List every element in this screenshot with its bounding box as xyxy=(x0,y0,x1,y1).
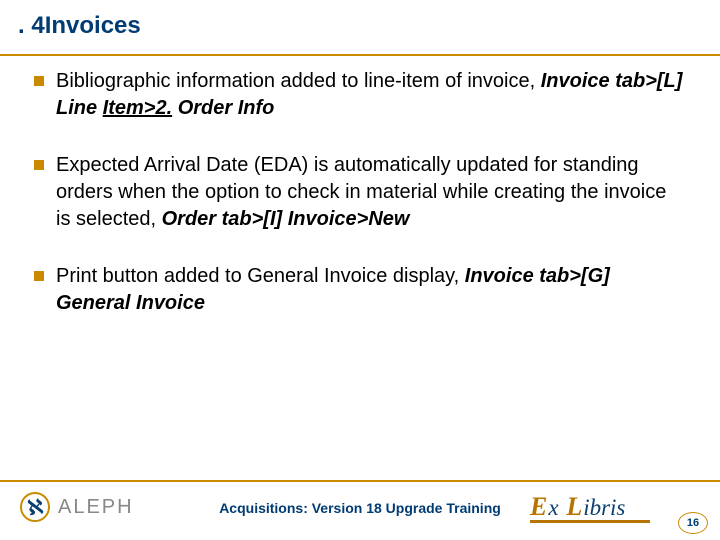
path-segment: Order tab>[I] Invoice>New xyxy=(162,208,410,230)
bullet-list: Bibliographic information added to line-… xyxy=(34,68,684,347)
bullet-icon xyxy=(34,271,44,281)
title-prefix: . 4 xyxy=(18,12,45,39)
footer-divider xyxy=(0,480,720,482)
title-main: Invoices xyxy=(45,12,141,39)
list-item: Expected Arrival Date (EDA) is automatic… xyxy=(34,152,684,233)
footer: ℵ ALEPH Acquisitions: Version 18 Upgrade… xyxy=(0,480,720,540)
bullet-text: Bibliographic information added to line-… xyxy=(56,68,684,122)
bullet-text: Print button added to General Invoice di… xyxy=(56,263,684,317)
nav-path: Order tab>[I] Invoice>New xyxy=(162,208,410,230)
exlibris-logo: Ex Libris xyxy=(530,492,650,523)
page-number-badge: 16 xyxy=(678,512,708,534)
slide-title: . 4Invoices xyxy=(18,12,141,40)
bullet-icon xyxy=(34,76,44,86)
slide: . 4Invoices Bibliographic information ad… xyxy=(0,0,720,540)
bullet-text: Expected Arrival Date (EDA) is automatic… xyxy=(56,152,684,233)
exlibris-ibris: ibris xyxy=(583,495,625,520)
exlibris-x: x xyxy=(548,495,564,520)
list-item: Bibliographic information added to line-… xyxy=(34,68,684,122)
bullet-body: Print button added to General Invoice di… xyxy=(56,265,465,287)
page-number-oval: 16 xyxy=(678,512,708,534)
exlibris-E: E xyxy=(530,492,547,521)
list-item: Print button added to General Invoice di… xyxy=(34,263,684,317)
bullet-icon xyxy=(34,160,44,170)
exlibris-underline xyxy=(530,520,650,523)
exlibris-L: L xyxy=(566,492,582,521)
title-divider xyxy=(0,54,720,56)
path-segment: Order Info xyxy=(172,97,274,119)
bullet-body: Bibliographic information added to line-… xyxy=(56,70,541,92)
page-number: 16 xyxy=(687,517,699,529)
path-segment-underlined: Item>2. xyxy=(103,97,172,119)
